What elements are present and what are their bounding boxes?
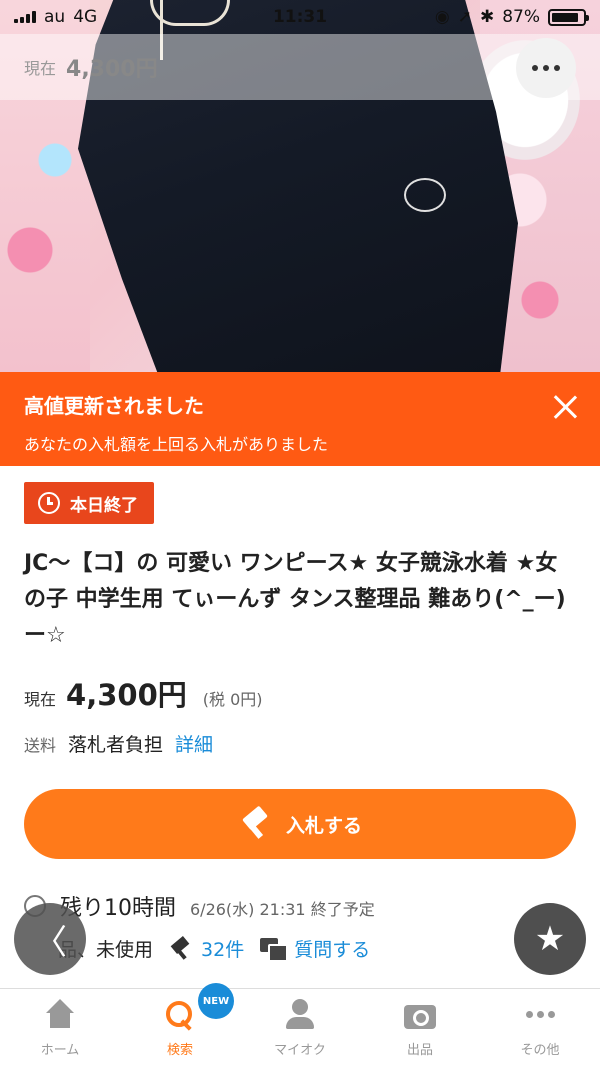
chevron-left-icon: 〈 bbox=[33, 922, 67, 963]
tab-other-label: その他 bbox=[520, 1042, 560, 1058]
battery-icon bbox=[548, 8, 589, 26]
carrier-label: au bbox=[44, 7, 66, 27]
shipping-info: 送料 落札者負担 詳細 bbox=[24, 730, 213, 757]
bid-count-link[interactable]: 32件 bbox=[169, 935, 244, 962]
end-time-text: 6/26(水) 21:31 終了予定 bbox=[190, 900, 375, 919]
more-icon bbox=[522, 999, 558, 1031]
tab-home[interactable]: ホーム bbox=[0, 989, 120, 1067]
chat-icon bbox=[260, 937, 289, 962]
close-icon[interactable] bbox=[552, 394, 578, 420]
more-dot-icon bbox=[543, 65, 549, 71]
tab-my-auction-label: マイオク bbox=[274, 1042, 326, 1058]
home-icon bbox=[42, 998, 78, 1031]
notification-title: 高値更新されました bbox=[24, 394, 204, 418]
gavel-icon bbox=[238, 809, 272, 839]
sticky-price-header: 現在 4,300円 bbox=[0, 34, 600, 100]
clock-time: 11:31 bbox=[272, 7, 328, 27]
clock-icon bbox=[38, 492, 60, 514]
shipping-value: 落札者負担 bbox=[68, 734, 164, 756]
ask-question-label: 質問する bbox=[294, 939, 371, 961]
status-right: ◉ ➚ ✱ 87% bbox=[434, 7, 589, 27]
item-title: JC〜【コ】の 可愛い ワンピース★ 女子競泳水着 ★女の子 中学生用 てぃーん… bbox=[24, 551, 566, 648]
signal-icon bbox=[14, 11, 36, 23]
bid-count: 32件 bbox=[201, 939, 245, 961]
current-price: 現在 4,300円 (税 0円) bbox=[24, 672, 263, 714]
photo-logo-mark bbox=[404, 178, 446, 212]
badge-label: 本日終了 bbox=[70, 495, 138, 516]
gavel-icon bbox=[169, 938, 193, 960]
shipping-label: 送料 bbox=[24, 736, 57, 755]
location-icon: ➚ bbox=[457, 7, 472, 27]
outbid-notification: 高値更新されました あなたの入札額を上回る入札がありました bbox=[0, 372, 600, 466]
notification-message: あなたの入札額を上回る入札がありました bbox=[24, 435, 329, 454]
star-icon: ★ bbox=[534, 919, 566, 959]
more-dot-icon bbox=[532, 65, 538, 71]
network-label: 4G bbox=[73, 7, 98, 27]
new-badge: NEW bbox=[198, 983, 234, 1019]
bottom-tab-bar: ホーム 検索 マイオク 出品 その他 NEW bbox=[0, 983, 600, 1067]
battery-percent: 87% bbox=[502, 7, 540, 27]
ending-today-badge: 本日終了 bbox=[24, 482, 154, 524]
tab-search-label: 検索 bbox=[166, 1042, 193, 1058]
watchlist-button[interactable]: ★ bbox=[514, 903, 586, 975]
camera-icon bbox=[402, 999, 438, 1031]
ask-question-link[interactable]: 質問する bbox=[260, 935, 370, 962]
user-icon bbox=[282, 998, 318, 1031]
price-label: 現在 bbox=[24, 690, 57, 709]
shipping-details-link[interactable]: 詳細 bbox=[175, 730, 213, 757]
tab-home-label: ホーム bbox=[40, 1042, 80, 1058]
tab-other[interactable]: その他 bbox=[480, 989, 600, 1067]
bid-button[interactable]: 入札する bbox=[24, 789, 576, 859]
sticky-price-value: 4,300円 bbox=[66, 57, 158, 82]
sticky-price-label: 現在 bbox=[24, 59, 57, 78]
status-bar: au 4G 11:31 ◉ ➚ ✱ 87% bbox=[0, 0, 600, 34]
more-options-button[interactable] bbox=[516, 38, 576, 98]
bluetooth-icon: ✱ bbox=[479, 7, 495, 27]
tab-my-auction[interactable]: マイオク bbox=[240, 989, 360, 1067]
status-left: au 4G bbox=[14, 7, 97, 27]
search-icon bbox=[162, 999, 198, 1031]
orientation-lock-icon: ◉ bbox=[434, 7, 450, 27]
more-dot-icon bbox=[554, 65, 560, 71]
auction-item-page: au 4G 11:31 ◉ ➚ ✱ 87% 現在 4,300円 高値更新されまし… bbox=[0, 0, 600, 1067]
price-tax: (税 0円) bbox=[202, 690, 263, 709]
bid-button-label: 入札する bbox=[285, 814, 362, 837]
price-value: 4,300円 bbox=[66, 678, 187, 712]
back-button[interactable]: 〈 bbox=[14, 903, 86, 975]
tab-sell-label: 出品 bbox=[406, 1042, 433, 1058]
tab-sell[interactable]: 出品 bbox=[360, 989, 480, 1067]
